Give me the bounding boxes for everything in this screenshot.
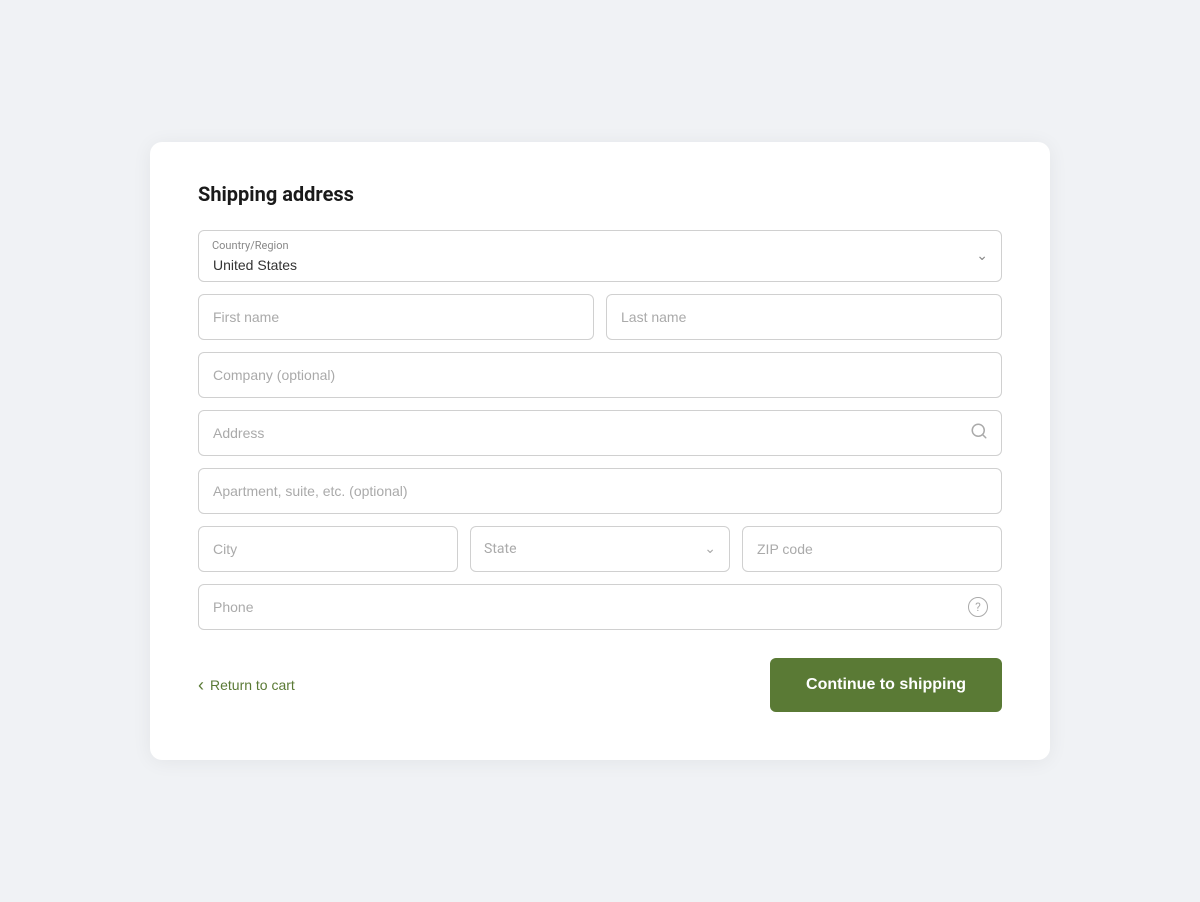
country-field: Country/Region United States Canada Unit…: [198, 230, 1002, 282]
form-actions: ‹ Return to cart Continue to shipping: [198, 658, 1002, 712]
company-input[interactable]: [198, 352, 1002, 398]
address-input[interactable]: [198, 410, 1002, 456]
return-to-cart-button[interactable]: ‹ Return to cart: [198, 675, 295, 696]
shipping-form-card: Shipping address Country/Region United S…: [150, 142, 1050, 760]
last-name-field: [606, 294, 1002, 340]
company-field: [198, 352, 1002, 398]
last-name-input[interactable]: [606, 294, 1002, 340]
country-select[interactable]: United States Canada United Kingdom Aust…: [198, 230, 1002, 282]
phone-field: ?: [198, 584, 1002, 630]
state-field: Alabama Alaska Arizona California Colora…: [470, 526, 730, 572]
address-field: [198, 410, 1002, 456]
city-input[interactable]: [198, 526, 458, 572]
return-to-cart-label: Return to cart: [210, 677, 295, 693]
apartment-field: [198, 468, 1002, 514]
name-row: [198, 294, 1002, 340]
city-field: [198, 526, 458, 572]
zip-input[interactable]: [742, 526, 1002, 572]
state-select[interactable]: Alabama Alaska Arizona California Colora…: [470, 526, 730, 572]
back-arrow-icon: ‹: [198, 675, 204, 696]
zip-field: [742, 526, 1002, 572]
continue-to-shipping-button[interactable]: Continue to shipping: [770, 658, 1002, 712]
phone-input[interactable]: [198, 584, 1002, 630]
city-state-zip-row: Alabama Alaska Arizona California Colora…: [198, 526, 1002, 572]
first-name-input[interactable]: [198, 294, 594, 340]
apartment-input[interactable]: [198, 468, 1002, 514]
form-title: Shipping address: [198, 182, 1002, 206]
first-name-field: [198, 294, 594, 340]
